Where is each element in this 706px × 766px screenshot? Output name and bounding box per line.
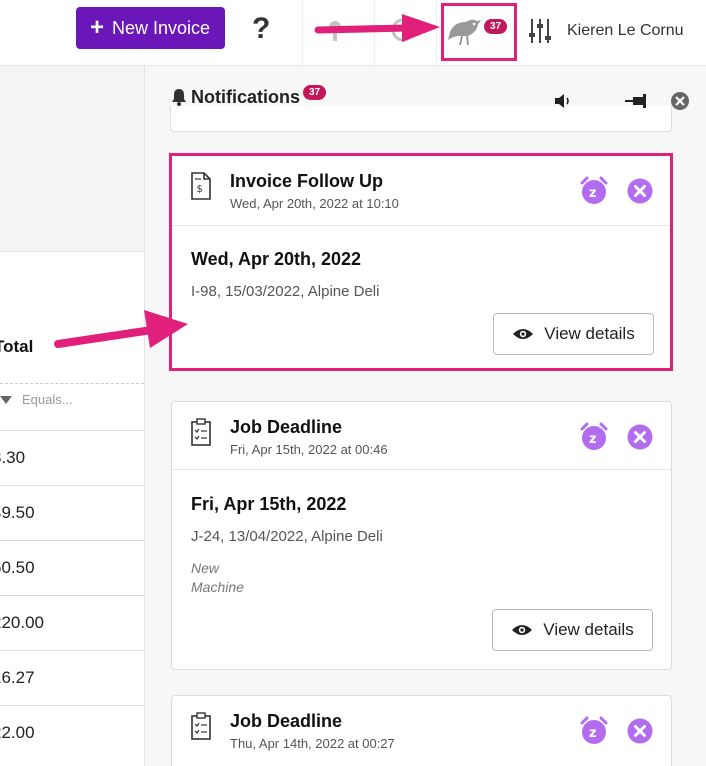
dismiss-notification-icon[interactable]: [627, 178, 653, 204]
notification-timestamp: Fri, Apr 15th, 2022 at 00:46: [230, 442, 388, 457]
svg-text:z: z: [589, 186, 597, 201]
clipboard-icon: [191, 712, 211, 740]
table-row[interactable]: 49.50: [0, 485, 144, 540]
snooze-alarm-icon[interactable]: z: [579, 716, 609, 746]
filter-row-divider: [0, 383, 144, 384]
total-cell: 60.50: [0, 558, 35, 577]
total-column-header[interactable]: Total: [0, 337, 33, 357]
notification-card[interactable]: Job Deadline Thu, Apr 14th, 2022 at 00:2…: [171, 695, 672, 766]
svg-text:z: z: [589, 432, 597, 447]
svg-text:$: $: [197, 184, 203, 195]
table-row[interactable]: 3.30: [0, 430, 144, 485]
notification-count-badge: 37: [484, 19, 508, 34]
dismiss-notification-icon[interactable]: [627, 424, 653, 450]
help-icon[interactable]: ?: [252, 12, 270, 46]
dismiss-notification-icon[interactable]: [627, 718, 653, 744]
snooze-alarm-icon[interactable]: z: [579, 422, 609, 452]
new-invoice-button[interactable]: + New Invoice: [76, 7, 225, 49]
notifications-count-badge: 37: [303, 85, 327, 100]
table-row[interactable]: 16.27: [0, 650, 144, 705]
notification-card-body: Fri, Apr 15th, 2022 J-24, 13/04/2022, Al…: [172, 470, 671, 670]
notification-card-body: Wed, Apr 20th, 2022 I-98, 15/03/2022, Al…: [172, 226, 670, 368]
notification-date: Fri, Apr 15th, 2022: [191, 494, 347, 514]
notification-reference: J-24, 13/04/2022, Alpine Deli: [191, 528, 383, 545]
notification-title: Job Deadline: [230, 711, 343, 731]
total-cell: 220.00: [0, 613, 44, 632]
user-menu[interactable]: Kieren Le Cornu: [567, 22, 684, 40]
total-cell: 16.27: [0, 668, 35, 687]
notification-date: Wed, Apr 20th, 2022: [191, 249, 362, 269]
note-line: New: [191, 560, 220, 576]
notification-title: Invoice Follow Up: [230, 171, 384, 191]
annotation-arrow-left: [54, 310, 188, 348]
bird-notifications-icon[interactable]: [444, 12, 484, 48]
total-cell: 49.50: [0, 503, 35, 522]
close-panel-icon[interactable]: [670, 91, 690, 111]
divider: [302, 0, 303, 66]
bell-icon: [172, 89, 186, 106]
sound-icon[interactable]: [553, 92, 575, 110]
notification-card-header: Job Deadline Thu, Apr 14th, 2022 at 00:2…: [172, 696, 671, 766]
total-filter-input[interactable]: Equals...: [0, 392, 73, 407]
notifications-panel: Notifications 37 $ Invoice Follow Up Wed…: [144, 66, 706, 766]
total-column-cells: 3.30 49.50 60.50 220.00 16.27 22.00: [0, 430, 144, 760]
notification-timestamp: Wed, Apr 20th, 2022 at 10:10: [230, 196, 399, 211]
snooze-alarm-icon[interactable]: z: [579, 176, 609, 206]
notification-card-header: Job Deadline Fri, Apr 15th, 2022 at 00:4…: [172, 402, 671, 470]
plus-icon: +: [90, 14, 105, 41]
svg-text:z: z: [589, 726, 597, 741]
notifications-header: Notifications 37: [145, 66, 706, 130]
eye-icon: [512, 625, 533, 635]
invoice-document-icon: $: [191, 172, 211, 200]
table-row[interactable]: 220.00: [0, 595, 144, 650]
table-row[interactable]: 22.00: [0, 705, 144, 760]
view-details-label: View details: [543, 620, 634, 639]
notifications-title: Notifications: [191, 87, 301, 107]
annotation-arrow-top: [314, 14, 440, 42]
view-details-button[interactable]: View details: [492, 609, 653, 651]
total-cell: 3.30: [0, 448, 26, 467]
view-details-button[interactable]: View details: [493, 313, 654, 355]
settings-sliders-icon[interactable]: [528, 17, 552, 45]
table-row[interactable]: 60.50: [0, 540, 144, 595]
pin-icon[interactable]: [625, 92, 649, 110]
notification-title: Job Deadline: [230, 417, 343, 437]
notification-card-header: $ Invoice Follow Up Wed, Apr 20th, 2022 …: [172, 156, 670, 226]
notification-card[interactable]: $ Invoice Follow Up Wed, Apr 20th, 2022 …: [169, 153, 673, 371]
notification-timestamp: Thu, Apr 14th, 2022 at 00:27: [230, 736, 395, 751]
filter-placeholder: Equals...: [22, 392, 73, 407]
notification-note: New Machine: [191, 559, 244, 597]
left-summary-area: [0, 66, 144, 252]
view-details-label: View details: [544, 324, 635, 343]
total-cell: 22.00: [0, 723, 35, 742]
notification-card[interactable]: Job Deadline Fri, Apr 15th, 2022 at 00:4…: [171, 401, 672, 670]
filter-funnel-icon: [0, 395, 12, 404]
clipboard-icon: [191, 418, 211, 446]
note-line: Machine: [191, 579, 244, 595]
notification-reference: I-98, 15/03/2022, Alpine Deli: [191, 283, 380, 300]
new-invoice-label: New Invoice: [112, 17, 211, 38]
eye-icon: [513, 329, 534, 339]
